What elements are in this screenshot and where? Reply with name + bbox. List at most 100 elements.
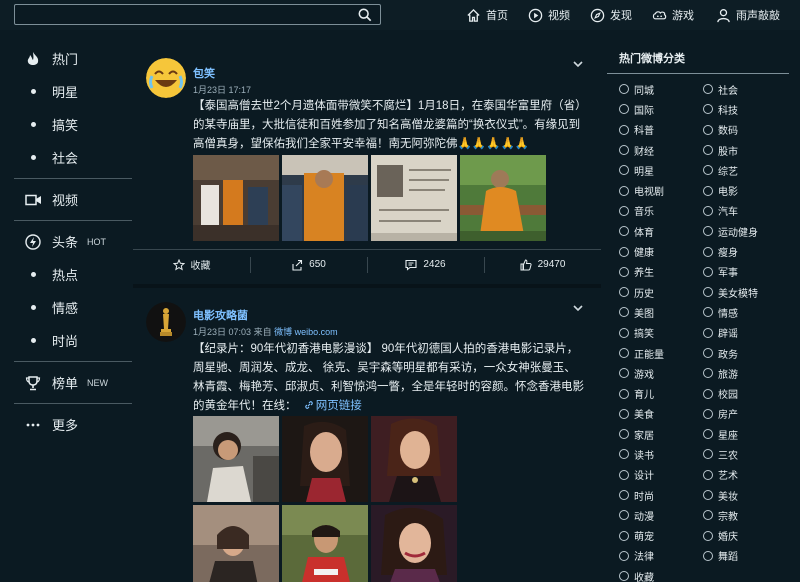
category-item[interactable]: 婚庆 [703, 526, 787, 546]
search-icon[interactable] [358, 8, 372, 22]
category-item[interactable]: 宗教 [703, 505, 787, 525]
sidebar-item-society[interactable]: 社会 [14, 141, 132, 174]
category-panel: 热门微博分类 同城 社会 国际 科技 科普 数码 财经 股市明星 综艺 电视剧 电影 音乐 汽车 体育 运动… [607, 42, 789, 582]
category-panel-title: 热门微博分类 [607, 42, 789, 74]
comment-button[interactable]: 2426 [367, 250, 484, 279]
post-image[interactable] [371, 416, 457, 502]
category-item[interactable]: 旅游 [703, 363, 787, 383]
category-item[interactable]: 设计 [619, 465, 703, 485]
category-item[interactable]: 养生 [619, 262, 703, 282]
sidebar-item-hot[interactable]: 热门 [14, 42, 132, 75]
category-item[interactable]: 时尚 [619, 485, 703, 505]
category-item[interactable]: 音乐 [619, 201, 703, 221]
nav-home[interactable]: 首页 [466, 6, 508, 24]
category-item[interactable]: 瘦身 [703, 241, 787, 261]
category-item[interactable]: 汽车 [703, 201, 787, 221]
nav-video[interactable]: 视频 [528, 6, 570, 24]
category-item[interactable]: 科普 [619, 120, 703, 140]
nav-user[interactable]: 雨声敲敲 [716, 6, 780, 24]
category-item[interactable]: 健康 [619, 241, 703, 261]
category-label: 情感 [718, 308, 738, 320]
post-image[interactable] [282, 505, 368, 582]
category-item[interactable]: 搞笑 [619, 323, 703, 343]
sidebar-item-funny[interactable]: 搞笑 [14, 108, 132, 141]
avatar[interactable] [146, 302, 186, 342]
chevron-down-icon[interactable] [572, 58, 584, 70]
category-item[interactable]: 情感 [703, 302, 787, 322]
like-button[interactable]: 29470 [484, 250, 601, 279]
category-icon [619, 550, 629, 561]
category-item[interactable]: 星座 [703, 424, 787, 444]
post-image[interactable] [282, 155, 368, 241]
post-image[interactable] [193, 155, 279, 241]
category-item[interactable]: 明星 [619, 160, 703, 180]
category-item[interactable]: 美食 [619, 404, 703, 424]
sidebar-item-headline[interactable]: 头条 HOT [14, 225, 132, 258]
post-image[interactable] [371, 505, 457, 582]
category-item[interactable]: 社会 [703, 79, 787, 99]
category-item[interactable]: 法律 [619, 546, 703, 566]
category-item[interactable]: 育儿 [619, 383, 703, 403]
category-item[interactable]: 美图 [619, 302, 703, 322]
category-item[interactable]: 综艺 [703, 160, 787, 180]
link-icon [304, 401, 313, 409]
search-input[interactable] [14, 4, 381, 25]
category-item[interactable]: 三农 [703, 444, 787, 464]
post-author[interactable]: 电影攻略菌 [193, 307, 248, 323]
category-item[interactable]: 数码 [703, 120, 787, 140]
post-image[interactable] [193, 416, 279, 502]
category-item[interactable]: 电影 [703, 180, 787, 200]
nav-discover[interactable]: 发现 [590, 6, 632, 24]
repost-button[interactable]: 650 [250, 250, 367, 279]
category-item[interactable]: 政务 [703, 343, 787, 363]
category-label: 时尚 [634, 491, 654, 503]
category-item[interactable]: 辟谣 [703, 323, 787, 343]
category-icon [703, 408, 713, 419]
sidebar-item-stars[interactable]: 明星 [14, 75, 132, 108]
category-item[interactable]: 收藏 [619, 566, 703, 582]
category-item[interactable]: 动漫 [619, 505, 703, 525]
category-item[interactable]: 财经 [619, 140, 703, 160]
nav-home-label: 首页 [486, 10, 508, 22]
category-item[interactable]: 读书 [619, 444, 703, 464]
category-item[interactable]: 运动健身 [703, 221, 787, 241]
post-timestamp[interactable]: 1月23日 07:03 [193, 327, 251, 337]
post-source[interactable]: 微博 weibo.com [274, 327, 338, 337]
category-item[interactable]: 股市 [703, 140, 787, 160]
category-item[interactable]: 艺术 [703, 465, 787, 485]
sidebar-item-rank[interactable]: 榜单 NEW [14, 366, 132, 399]
category-item[interactable]: 家居 [619, 424, 703, 444]
sidebar-item-video[interactable]: 视频 [14, 183, 132, 216]
post-timestamp[interactable]: 1月23日 17:17 [193, 85, 251, 95]
category-item[interactable]: 校园 [703, 383, 787, 403]
post-author[interactable]: 包笑 [193, 65, 215, 81]
category-item[interactable]: 体育 [619, 221, 703, 241]
post-image[interactable] [282, 416, 368, 502]
favorite-button[interactable]: 收藏 [133, 250, 250, 279]
sidebar-item-emotion[interactable]: 情感 [14, 291, 132, 324]
post-image[interactable] [193, 505, 279, 582]
chevron-down-icon[interactable] [572, 302, 584, 314]
category-item[interactable]: 舞蹈 [703, 546, 787, 566]
avatar[interactable] [146, 58, 186, 98]
sidebar-item-more[interactable]: 更多 [14, 408, 132, 441]
category-item[interactable]: 历史 [619, 282, 703, 302]
category-item[interactable]: 房产 [703, 404, 787, 424]
category-item[interactable]: 国际 [619, 99, 703, 119]
category-item[interactable]: 军事 [703, 262, 787, 282]
category-label: 明星 [634, 166, 654, 178]
sidebar-item-trending[interactable]: 热点 [14, 258, 132, 291]
category-item[interactable]: 萌宠 [619, 526, 703, 546]
category-item[interactable]: 美女模特 [703, 282, 787, 302]
sidebar-item-fashion[interactable]: 时尚 [14, 324, 132, 357]
post-image[interactable] [460, 155, 546, 241]
category-item[interactable]: 游戏 [619, 363, 703, 383]
category-item[interactable]: 美妆 [703, 485, 787, 505]
nav-game[interactable]: 游戏 [652, 6, 694, 24]
category-item[interactable]: 科技 [703, 99, 787, 119]
category-item[interactable]: 正能量 [619, 343, 703, 363]
post-image[interactable] [371, 155, 457, 241]
web-link[interactable]: 网页链接 [300, 400, 362, 412]
category-item[interactable]: 同城 [619, 79, 703, 99]
category-item[interactable]: 电视剧 [619, 180, 703, 200]
